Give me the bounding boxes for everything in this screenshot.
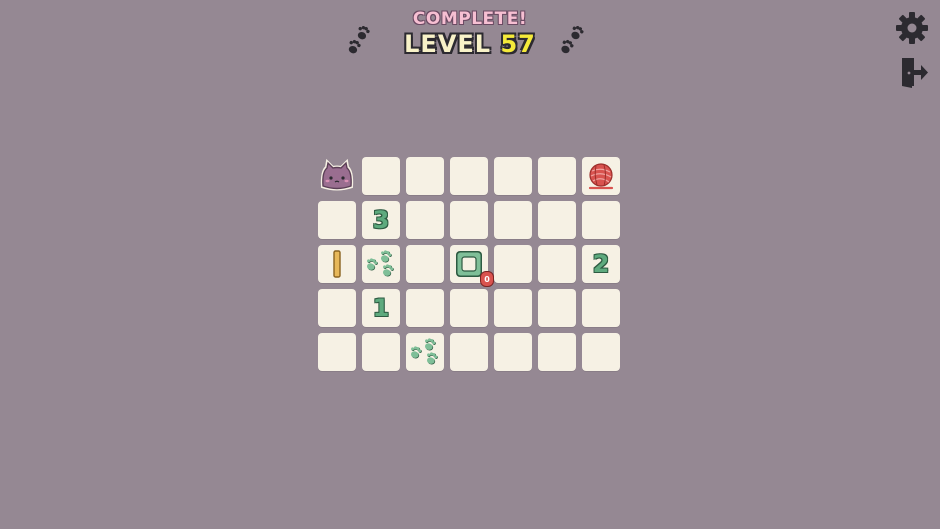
board-tile[interactable]	[318, 333, 356, 371]
board-tile[interactable]	[318, 201, 356, 239]
board-tile-number[interactable]: 1	[362, 289, 400, 327]
stick-icon	[333, 250, 341, 278]
board-tile-pawprints[interactable]	[362, 245, 400, 283]
board-tile[interactable]	[538, 201, 576, 239]
board-tile[interactable]	[494, 333, 532, 371]
board-tile-number[interactable]: 3	[362, 201, 400, 239]
tile-number: 2	[592, 250, 610, 278]
board-tile[interactable]	[494, 157, 532, 195]
board-tile[interactable]	[406, 245, 444, 283]
board-tile[interactable]	[318, 289, 356, 327]
ring-counter-badge: 0	[480, 271, 494, 287]
board-tile[interactable]	[362, 333, 400, 371]
game-board: 3 0 2 1	[318, 157, 622, 372]
completion-status: COMPLETE!	[412, 9, 528, 29]
paw-prints-icon	[561, 26, 584, 54]
board-tile[interactable]	[450, 157, 488, 195]
tile-number: 3	[372, 206, 390, 234]
board-tile-stick[interactable]	[318, 245, 356, 283]
board-tile[interactable]	[406, 201, 444, 239]
board-tile[interactable]	[406, 289, 444, 327]
gear-icon	[896, 12, 928, 44]
board-tile-number[interactable]: 2	[582, 245, 620, 283]
tile-number: 1	[372, 294, 390, 322]
board-tile[interactable]	[406, 157, 444, 195]
board-tile[interactable]	[582, 289, 620, 327]
board-tile[interactable]	[582, 201, 620, 239]
board-tile[interactable]	[494, 245, 532, 283]
paw-prints-icon	[411, 338, 438, 365]
board-tile[interactable]	[494, 201, 532, 239]
board-tile-ring[interactable]: 0	[450, 245, 494, 287]
board-tile[interactable]	[582, 333, 620, 371]
header: COMPLETE! LEVEL 57	[0, 0, 940, 70]
board-tile[interactable]	[362, 157, 400, 195]
board-tile[interactable]	[538, 245, 576, 283]
level-prefix: LEVEL	[404, 30, 492, 58]
paw-prints-icon	[367, 250, 394, 277]
paw-prints-icon	[348, 26, 370, 54]
level-title: LEVEL 57	[0, 30, 940, 58]
exit-button[interactable]	[894, 54, 930, 90]
settings-button[interactable]	[894, 10, 930, 46]
board-tile[interactable]	[494, 289, 532, 327]
exit-door-icon	[902, 58, 928, 88]
cat-face-icon	[320, 158, 354, 191]
level-number: 57	[500, 30, 536, 58]
board-tile[interactable]	[538, 333, 576, 371]
board-tile[interactable]	[450, 201, 488, 239]
board-tile[interactable]	[538, 157, 576, 195]
board-tile[interactable]	[450, 333, 488, 371]
board-tile-yarn[interactable]	[582, 157, 620, 195]
board-tile-pawprints[interactable]	[406, 333, 444, 371]
board-tile-cat[interactable]	[318, 157, 356, 195]
board-tile[interactable]	[538, 289, 576, 327]
board-tile[interactable]	[450, 289, 488, 327]
yarn-ball-icon	[588, 163, 614, 190]
